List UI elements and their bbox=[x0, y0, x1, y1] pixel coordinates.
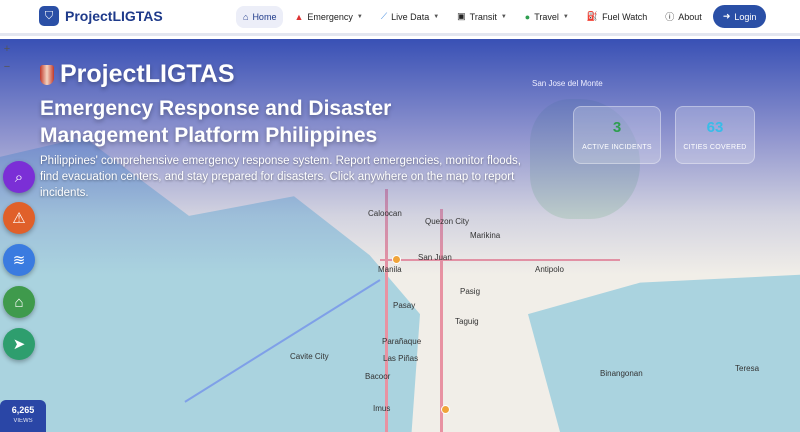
fuel-icon: ⛽ bbox=[586, 11, 599, 21]
nav-label: Live Data bbox=[391, 11, 430, 22]
nav-fuel-watch[interactable]: ⛽ Fuel Watch bbox=[580, 5, 654, 28]
home-icon: ⌂ bbox=[14, 293, 24, 311]
locate-button[interactable]: ➤ bbox=[3, 328, 35, 360]
bus-icon: ▣ bbox=[457, 11, 466, 21]
stat-active-incidents: 3 ACTIVE INCIDENTS bbox=[573, 106, 661, 164]
place-label: San Jose del Monte bbox=[532, 79, 603, 88]
report-emergency-button[interactable]: ⚠ bbox=[3, 202, 35, 234]
compass-icon: ● bbox=[524, 11, 531, 22]
views-label: VIEWS bbox=[13, 418, 33, 424]
search-button[interactable]: ⌕ bbox=[3, 161, 35, 193]
place-label: Quezon City bbox=[425, 217, 470, 226]
place-label: Caloocan bbox=[368, 209, 402, 218]
views-counter: 6,265 VIEWS bbox=[0, 400, 46, 432]
stat-value: 63 bbox=[706, 119, 724, 136]
stat-label: CITIES COVERED bbox=[683, 144, 747, 151]
nav-label: Home bbox=[252, 11, 277, 22]
place-label: Binangonan bbox=[600, 369, 643, 378]
warning-icon: ⚠ bbox=[12, 210, 26, 227]
nav-label: Transit bbox=[469, 11, 497, 22]
place-label: Antipolo bbox=[535, 265, 564, 274]
stat-cities-covered: 63 CITIES COVERED bbox=[675, 106, 755, 164]
zoom-control: + − bbox=[0, 40, 14, 80]
nav-label: Emergency bbox=[307, 11, 353, 22]
warning-icon: ▲ bbox=[294, 11, 304, 22]
navbar: ⛉ ProjectLIGTAS ⌂ Home ▲ Emergency ▼ ⟋ Live … bbox=[0, 0, 800, 36]
caret-down-icon: ▼ bbox=[562, 13, 569, 20]
login-button[interactable]: ➜ Login bbox=[712, 5, 767, 28]
place-label: Las Piñas bbox=[383, 354, 419, 363]
caret-down-icon: ▼ bbox=[356, 13, 363, 20]
location-arrow-icon: ➤ bbox=[12, 336, 26, 353]
search-icon: ⌕ bbox=[14, 168, 24, 186]
nav-home[interactable]: ⌂ Home bbox=[236, 5, 284, 28]
incident-marker[interactable] bbox=[392, 255, 401, 264]
incident-marker[interactable] bbox=[441, 405, 450, 414]
stat-label: ACTIVE INCIDENTS bbox=[582, 144, 652, 151]
place-label: Teresa bbox=[735, 364, 760, 373]
place-label: Manila bbox=[378, 265, 402, 274]
map[interactable]: Caloocan Quezon City Marikina Manila San… bbox=[0, 39, 800, 432]
place-label: Bacoor bbox=[365, 372, 391, 381]
nav-live-data[interactable]: ⟋ Live Data ▼ bbox=[374, 5, 446, 28]
place-label: Pasig bbox=[460, 287, 481, 296]
nav-transit[interactable]: ▣ Transit ▼ bbox=[450, 5, 514, 28]
zoom-out-button[interactable]: − bbox=[0, 58, 14, 76]
chart-icon: ⟋ bbox=[380, 11, 388, 21]
nav-about[interactable]: ⓘ About bbox=[658, 4, 709, 29]
place-label: Parañaque bbox=[382, 337, 422, 346]
nav-travel[interactable]: ● Travel ▼ bbox=[518, 6, 576, 28]
place-label: Marikina bbox=[470, 231, 501, 240]
caret-down-icon: ▼ bbox=[500, 13, 507, 20]
place-label: Pasay bbox=[393, 301, 416, 310]
nav-emergency[interactable]: ▲ Emergency ▼ bbox=[287, 6, 369, 28]
login-icon: ➜ bbox=[722, 11, 731, 21]
nav-label: About bbox=[678, 11, 702, 22]
views-count: 6,265 bbox=[11, 405, 35, 415]
place-label: San Juan bbox=[418, 253, 452, 262]
water-icon: ≋ bbox=[12, 252, 26, 269]
caret-down-icon: ▼ bbox=[433, 13, 440, 20]
stat-value: 3 bbox=[612, 119, 622, 136]
nav-label: Travel bbox=[534, 11, 559, 22]
brand-link[interactable]: ⛉ ProjectLIGTAS bbox=[39, 6, 163, 26]
login-label: Login bbox=[734, 11, 757, 22]
home-icon: ⌂ bbox=[243, 11, 249, 22]
place-label: Taguig bbox=[455, 317, 479, 326]
place-label: Imus bbox=[373, 404, 391, 413]
flood-monitor-button[interactable]: ≋ bbox=[3, 244, 35, 276]
zoom-in-button[interactable]: + bbox=[0, 40, 14, 58]
brand-name: ProjectLIGTAS bbox=[65, 8, 163, 24]
shield-logo-icon: ⛉ bbox=[39, 6, 59, 26]
hero-overlay bbox=[0, 39, 800, 432]
info-icon: ⓘ bbox=[665, 12, 675, 22]
evacuation-centers-button[interactable]: ⌂ bbox=[3, 286, 35, 318]
place-label: Cavite City bbox=[290, 352, 329, 361]
nav-label: Fuel Watch bbox=[602, 11, 648, 22]
